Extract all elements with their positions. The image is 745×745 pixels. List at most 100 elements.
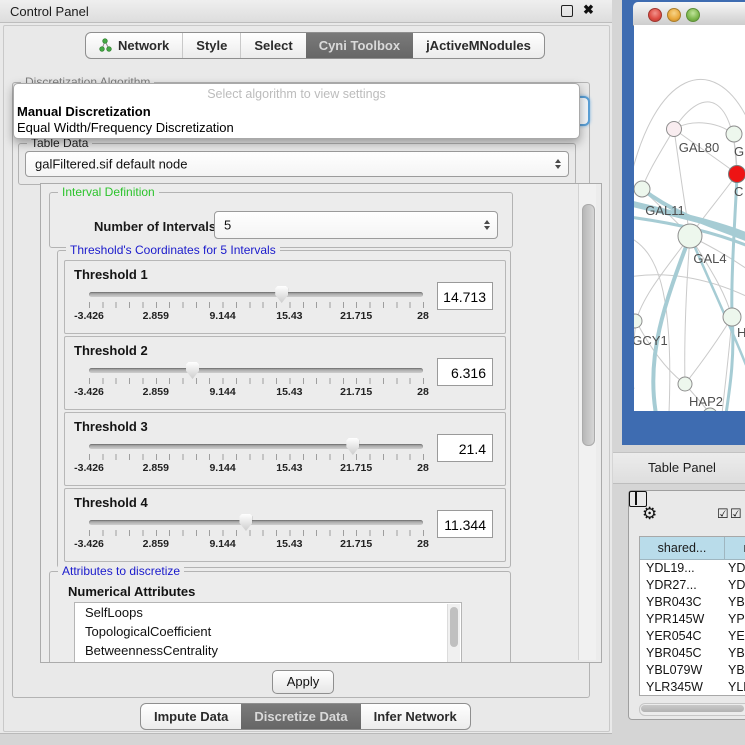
- threshold-2-panel: Threshold 2 -3.426 2.859 9.144 15.43 21.…: [64, 336, 506, 410]
- tick-label: 9.144: [209, 386, 235, 398]
- tick-label: 9.144: [209, 462, 235, 474]
- tick-label: 2.859: [143, 462, 169, 474]
- list-vertical-scrollbar[interactable]: [447, 604, 460, 663]
- tab-select[interactable]: Select: [241, 33, 305, 58]
- tab-network[interactable]: Network: [86, 33, 183, 58]
- tick-label: -3.426: [74, 538, 104, 550]
- slider-track[interactable]: [89, 292, 423, 297]
- table-data-group: Table Data galFiltered.sif default node: [18, 143, 576, 185]
- node-gcy1[interactable]: [634, 314, 642, 328]
- tab-style[interactable]: Style: [183, 33, 241, 58]
- threshold-3-slider[interactable]: -3.426 2.859 9.144 15.43 21.715 28: [89, 413, 423, 485]
- control-panel-title: Control Panel: [10, 4, 89, 19]
- table-row[interactable]: YDR27...YDR2: [640, 577, 745, 594]
- node-partial-g[interactable]: [726, 126, 742, 142]
- scrollbar-thumb[interactable]: [641, 705, 744, 712]
- close-traffic-light-icon[interactable]: [648, 8, 662, 22]
- network-view-window: GAL80 G C GAL11 GAL4 GCY1 H HAP2: [622, 0, 745, 445]
- minimize-traffic-light-icon[interactable]: [667, 8, 681, 22]
- tab-impute-data[interactable]: Impute Data: [141, 704, 241, 729]
- combo-spinner-icon: [484, 220, 490, 230]
- tab-cyni-toolbox[interactable]: Cyni Toolbox: [306, 33, 413, 58]
- zoom-traffic-light-icon[interactable]: [686, 8, 700, 22]
- slider-track[interactable]: [89, 368, 423, 373]
- tick-label: 15.43: [276, 462, 302, 474]
- tab-jactivemnodules[interactable]: jActiveMNodules: [413, 33, 544, 58]
- checkbox-icon[interactable]: ☑: [717, 506, 729, 522]
- tick-label: 21.715: [340, 462, 372, 474]
- number-of-intervals-combo[interactable]: 5: [214, 211, 498, 239]
- tick-label: -3.426: [74, 310, 104, 322]
- threshold-1-value-field[interactable]: 14.713: [437, 282, 493, 310]
- checkbox-icon[interactable]: ☑: [730, 506, 742, 522]
- apply-button[interactable]: Apply: [272, 670, 334, 694]
- thresholds-group-title: Threshold's Coordinates for 5 Intervals: [66, 243, 280, 257]
- tab-infer-network[interactable]: Infer Network: [361, 704, 470, 729]
- tick-label: 15.43: [276, 310, 302, 322]
- bottom-tabbar: Impute Data Discretize Data Infer Networ…: [140, 703, 471, 730]
- slider-thumb[interactable]: [275, 286, 288, 303]
- threshold-2-slider[interactable]: -3.426 2.859 9.144 15.43 21.715 28: [89, 337, 423, 409]
- network-window-titlebar[interactable]: [633, 2, 745, 26]
- table-row[interactable]: YER054CYER0: [640, 628, 745, 645]
- close-icon[interactable]: ✖: [583, 2, 594, 18]
- top-tabbar: Network Style Select Cyni Toolbox jActiv…: [85, 32, 545, 59]
- table-row[interactable]: YDL19...YDL1: [640, 560, 745, 577]
- tick-label: 2.859: [143, 538, 169, 550]
- threshold-2-value-field[interactable]: 6.316: [437, 358, 493, 386]
- table-data-combo[interactable]: galFiltered.sif default node: [25, 151, 569, 177]
- node-hap2[interactable]: [678, 377, 692, 391]
- slider-thumb[interactable]: [186, 362, 199, 379]
- slider-ticks: [89, 530, 424, 536]
- node-gal11[interactable]: [634, 181, 650, 197]
- slider-thumb[interactable]: [346, 438, 359, 455]
- list-item[interactable]: BetweennessCentrality: [75, 641, 461, 660]
- table-panel-title: Table Panel: [648, 460, 716, 475]
- tick-label: 9.144: [209, 538, 235, 550]
- attributes-group: Attributes to discretize Numerical Attri…: [49, 571, 511, 663]
- dropdown-option-manual-discretization[interactable]: Manual Discretization: [17, 104, 565, 119]
- algorithm-dropdown-popup: Select algorithm to view settings Manual…: [13, 83, 580, 139]
- table-row[interactable]: YLR345WYLR3: [640, 679, 745, 696]
- numerical-attributes-label: Numerical Attributes: [68, 584, 195, 599]
- slider-thumb[interactable]: [239, 514, 252, 531]
- gear-icon[interactable]: ⚙: [642, 504, 657, 524]
- scrollbar-thumb[interactable]: [582, 204, 595, 446]
- node-gal80[interactable]: [667, 122, 682, 137]
- network-canvas[interactable]: GAL80 G C GAL11 GAL4 GCY1 H HAP2: [634, 25, 745, 411]
- dropdown-option-equal-width-frequency[interactable]: Equal Width/Frequency Discretization: [17, 120, 565, 135]
- tick-label: 2.859: [143, 386, 169, 398]
- tab-discretize-data[interactable]: Discretize Data: [241, 704, 360, 729]
- list-item[interactable]: SelfLoops: [75, 603, 461, 622]
- threshold-3-value-field[interactable]: 21.4: [437, 434, 493, 462]
- threshold-3-panel: Threshold 3 -3.426 2.859 9.144 15.43 21.…: [64, 412, 506, 486]
- threshold-4-slider[interactable]: -3.426 2.859 9.144 15.43 21.715 28: [89, 489, 423, 561]
- column-header-name[interactable]: n: [725, 537, 745, 559]
- scrollbar-thumb[interactable]: [450, 607, 458, 647]
- column-header-shared-name[interactable]: shared...: [640, 537, 725, 559]
- node-partial-h[interactable]: [723, 308, 741, 326]
- slider-track[interactable]: [89, 520, 423, 525]
- threshold-1-panel: Threshold 1 -3.426 2.859 9.144 15.43 21.…: [64, 260, 506, 334]
- float-window-icon[interactable]: [561, 5, 573, 17]
- settings-vertical-scrollbar[interactable]: [578, 184, 596, 660]
- table-row[interactable]: YPR145WYPR1: [640, 611, 745, 628]
- slider-ticks: [89, 378, 424, 384]
- slider-track[interactable]: [89, 444, 423, 449]
- tick-label: -3.426: [74, 462, 104, 474]
- tick-label: 15.43: [276, 538, 302, 550]
- table-row[interactable]: YBR043CYBR0: [640, 594, 745, 611]
- table-horizontal-scrollbar[interactable]: [639, 703, 745, 716]
- table-row[interactable]: YBL079WYBL0: [640, 662, 745, 679]
- interval-definition-group: Interval Definition Number of Intervals …: [49, 192, 513, 248]
- tick-label: 21.715: [340, 538, 372, 550]
- table-row[interactable]: YBR045CYBR0: [640, 645, 745, 662]
- threshold-4-value-field[interactable]: 11.344: [437, 510, 493, 538]
- threshold-1-slider[interactable]: -3.426 2.859 9.144 15.43 21.715 28: [89, 261, 423, 333]
- list-item[interactable]: TopologicalCoefficient: [75, 622, 461, 641]
- node-gal4[interactable]: [678, 224, 702, 248]
- attributes-group-title: Attributes to discretize: [58, 564, 184, 578]
- node-selected-red[interactable]: [729, 166, 745, 183]
- tick-label: 2.859: [143, 310, 169, 322]
- node-label-gal80: GAL80: [679, 140, 719, 155]
